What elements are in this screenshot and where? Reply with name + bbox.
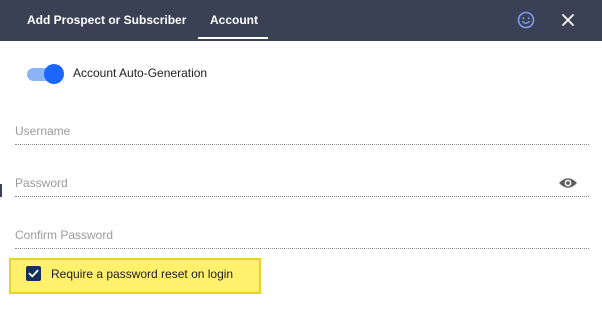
username-field-container <box>15 105 589 145</box>
password-reset-label: Require a password reset on login <box>51 267 234 281</box>
confirm-password-field[interactable] <box>15 228 555 242</box>
eye-icon[interactable] <box>558 176 578 190</box>
dialog-header: Add Prospect or Subscriber Account <box>0 0 602 41</box>
password-field[interactable] <box>15 176 555 190</box>
tab-account[interactable]: Account <box>210 0 258 41</box>
auto-generation-toggle[interactable] <box>27 64 64 84</box>
close-icon[interactable] <box>558 10 578 30</box>
active-tab-indicator <box>198 37 268 39</box>
password-field-container <box>15 157 589 197</box>
toggle-knob <box>44 64 64 84</box>
smiley-icon[interactable] <box>516 10 536 30</box>
username-field[interactable] <box>15 124 555 138</box>
password-reset-checkbox[interactable] <box>26 266 41 281</box>
dialog-edge-marker <box>0 184 2 197</box>
confirm-password-field-container <box>15 209 589 249</box>
tab-add-prospect-or-subscriber[interactable]: Add Prospect or Subscriber <box>27 0 186 41</box>
auto-generation-label: Account Auto-Generation <box>73 66 208 80</box>
